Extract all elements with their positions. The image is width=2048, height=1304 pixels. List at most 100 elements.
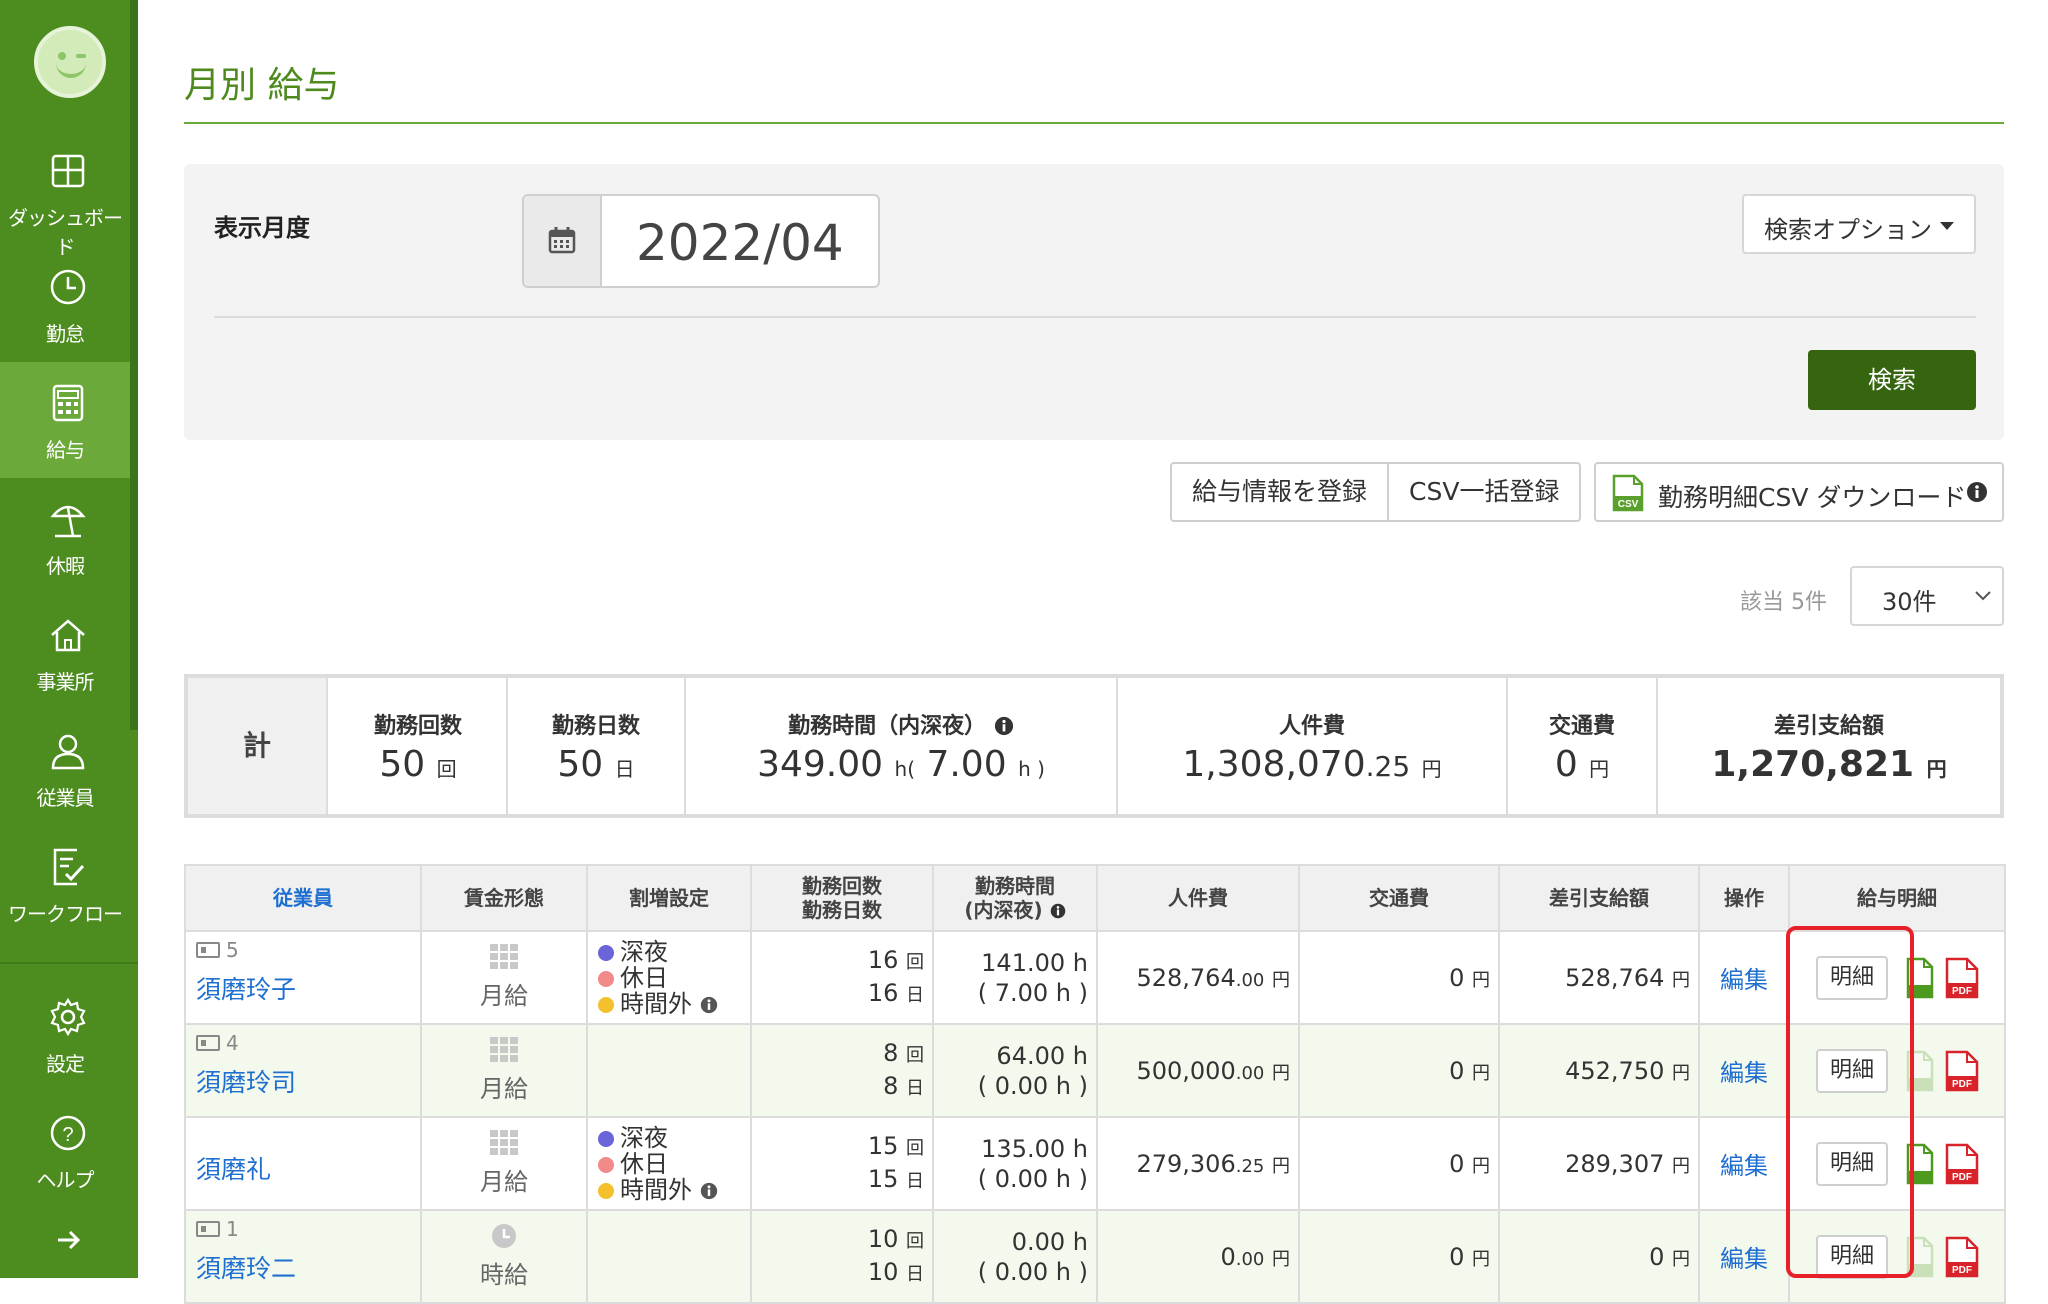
employee-name-link[interactable]: 須磨玲子 [196, 970, 296, 1006]
premium-night: 深夜 [598, 939, 750, 965]
labor-value: 500,000 [1136, 1056, 1236, 1085]
unit: 回 [906, 1137, 924, 1159]
sidebar-item-payroll[interactable]: 給与 [0, 362, 130, 478]
labor-value: 528,764 [1136, 963, 1236, 992]
arrow-right-icon[interactable] [56, 1228, 82, 1252]
csv-file-icon[interactable] [1906, 1236, 1934, 1278]
sidebar-item-office[interactable]: 事業所 [0, 594, 130, 710]
header-night-label: (内深夜) [964, 898, 1043, 922]
unit: 円 [1672, 1062, 1690, 1084]
total-labor-value: 1,308,070 [1182, 744, 1366, 785]
header-days: 勤務日数 [802, 898, 882, 922]
sidebar-item-help[interactable]: ? ヘルプ [0, 1092, 130, 1208]
unit: h ) [1018, 757, 1045, 781]
decimal: .00 [1235, 969, 1265, 991]
employee-name-link[interactable]: 須磨礼 [196, 1150, 271, 1186]
employee-id-value: 5 [226, 938, 239, 962]
sidebar-scrollbar[interactable] [130, 0, 138, 730]
payslip-button[interactable]: 明細 [1816, 1048, 1888, 1093]
unit: 円 [1672, 1155, 1690, 1177]
sidebar-item-dashboard[interactable]: ダッシュボード [0, 130, 130, 259]
csv-file-icon[interactable] [1906, 957, 1934, 999]
night-hours-value: ( 0.00 h ) [977, 1257, 1088, 1286]
unit: 円 [1272, 1062, 1290, 1084]
unit: h [894, 757, 908, 781]
id-card-icon [196, 942, 220, 958]
header-hours-label: 勤務時間 [975, 874, 1055, 898]
csv-file-icon[interactable] [1906, 1050, 1934, 1092]
per-page-select[interactable]: 30件 [1850, 566, 2004, 626]
unit: 円 [1589, 757, 1610, 781]
info-icon[interactable] [994, 716, 1014, 736]
sidebar-item-workflow[interactable]: ワークフロー [0, 826, 130, 942]
info-icon[interactable] [700, 996, 718, 1014]
user-avatar[interactable] [34, 26, 106, 98]
edit-link[interactable]: 編集 [1698, 1116, 1790, 1211]
calendar-grid-icon [490, 1037, 518, 1062]
info-icon[interactable] [1050, 903, 1066, 919]
header-net-pay: 差引支給額 [1498, 864, 1700, 932]
payslip-button[interactable]: 明細 [1816, 955, 1888, 1000]
edit-link[interactable]: 編集 [1698, 930, 1790, 1025]
search-button[interactable]: 検索 [1808, 350, 1976, 410]
info-icon[interactable] [1966, 481, 1988, 503]
decimal: .00 [1235, 1062, 1265, 1084]
month-picker[interactable]: 2022/04 [522, 194, 880, 288]
svg-text:CSV: CSV [1618, 499, 1639, 510]
total-shifts: 勤務回数 50 回 [330, 678, 508, 814]
premium-label: 休日 [620, 1149, 668, 1178]
pdf-file-icon[interactable]: PDF [1945, 1236, 1979, 1278]
payroll-table: 従業員 賃金形態 割増設定 勤務回数 勤務日数 勤務時間 (内深夜) 人件費 交通費… [184, 864, 2006, 1304]
header-labor-cost: 人件費 [1096, 864, 1300, 932]
payslip-button[interactable]: 明細 [1816, 1141, 1888, 1186]
total-hours-value: 349.00 [757, 744, 884, 785]
month-value[interactable]: 2022/04 [636, 214, 844, 272]
edit-link[interactable]: 編集 [1698, 1023, 1790, 1118]
edit-link[interactable]: 編集 [1698, 1209, 1790, 1304]
sidebar-item-settings[interactable]: 設定 [0, 976, 130, 1092]
net-value: 452,750 [1565, 1056, 1665, 1085]
hours-value: 135.00 [981, 1134, 1066, 1163]
total-labor-cost: 人件費 1,308,070.25 円 [1118, 678, 1508, 814]
transport-cell: 0 円 [1298, 930, 1500, 1025]
header-payslip: 給与明細 [1788, 864, 2006, 932]
calendar-button[interactable] [524, 196, 602, 286]
header-transport: 交通費 [1298, 864, 1500, 932]
sidebar-item-leave[interactable]: 休暇 [0, 478, 130, 594]
csv-file-icon[interactable] [1906, 1143, 1934, 1185]
payslip-cell: 明細 PDF [1788, 930, 2006, 1025]
csv-bulk-register-button[interactable]: CSV一括登録 [1387, 464, 1579, 520]
per-page-value: 30件 [1882, 588, 1937, 616]
days-value: 15 [867, 1164, 899, 1193]
sidebar-item-attendance[interactable]: 勤怠 [0, 246, 130, 362]
wage-type-label: 月給 [480, 982, 528, 1010]
info-icon[interactable] [700, 1182, 718, 1200]
hours-cell: 0.00 h( 0.00 h ) [932, 1209, 1098, 1304]
calendar-grid-icon [490, 944, 518, 969]
total-hours: 勤務時間（内深夜） 349.00 h( 7.00 h ) [686, 678, 1118, 814]
header-employee[interactable]: 従業員 [184, 864, 422, 932]
employee-name-link[interactable]: 須磨玲二 [196, 1249, 296, 1285]
register-payroll-button[interactable]: 給与情報を登録 [1172, 464, 1387, 520]
unit: 日 [614, 757, 635, 781]
svg-text:PDF: PDF [1952, 1079, 1972, 1090]
premium-night: 深夜 [598, 1125, 750, 1151]
payslip-button[interactable]: 明細 [1816, 1234, 1888, 1279]
pdf-file-icon[interactable]: PDF [1945, 957, 1979, 999]
header-operations: 操作 [1698, 864, 1790, 932]
sidebar-item-label: 給与 [46, 438, 85, 462]
labor-cost-cell: 279,306.25 円 [1096, 1116, 1300, 1211]
gear-icon [50, 997, 86, 1037]
labor-value: 0 [1220, 1242, 1236, 1271]
svg-text:PDF: PDF [1952, 986, 1972, 997]
search-options-dropdown[interactable]: 検索オプション [1742, 194, 1976, 254]
pdf-file-icon[interactable]: PDF [1945, 1050, 1979, 1092]
csv-download-button[interactable]: CSV 勤務明細CSV ダウンロード [1594, 462, 2004, 522]
wage-type-cell: 月給 [420, 1116, 588, 1211]
unit: h [1072, 1134, 1088, 1163]
premium-label: 深夜 [620, 937, 668, 966]
pdf-file-icon[interactable]: PDF [1945, 1143, 1979, 1185]
sidebar-item-employees[interactable]: 従業員 [0, 710, 130, 826]
employee-name-link[interactable]: 須磨玲司 [196, 1063, 296, 1099]
total-transport: 交通費 0 円 [1508, 678, 1658, 814]
